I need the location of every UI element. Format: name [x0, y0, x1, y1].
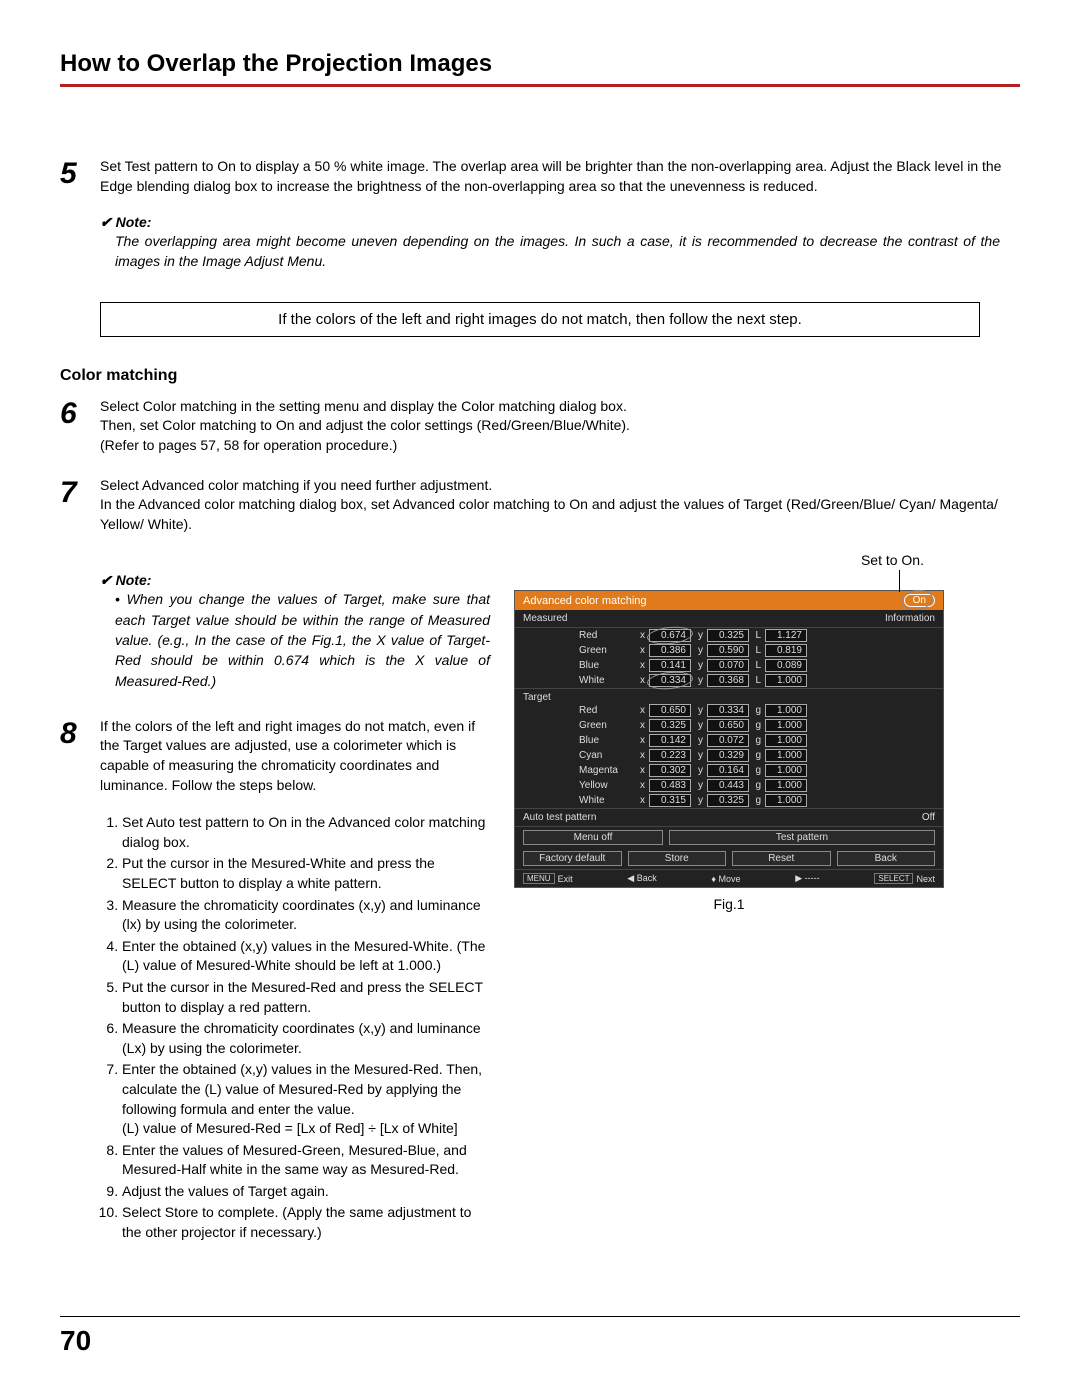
pointer-line-icon: [899, 570, 900, 592]
list-item: Adjust the values of Target again.: [122, 1182, 490, 1202]
step-number: 6: [60, 397, 100, 456]
osd-dialog: Advanced color matching On Measured Info…: [514, 590, 944, 888]
set-to-on-label: Set to On.: [514, 552, 944, 568]
page-title: How to Overlap the Projection Images: [60, 50, 1020, 84]
list-item: Enter the values of Mesured-Green, Mesur…: [122, 1141, 490, 1180]
osd-value-row: Redx0.674y0.325L1.127: [515, 628, 943, 643]
list-item: Put the cursor in the Mesured-White and …: [122, 854, 490, 893]
osd-title: Advanced color matching: [523, 595, 647, 607]
osd-section-header: Measured Information: [515, 610, 943, 628]
header-rule: [60, 84, 1020, 87]
list-item: Measure the chromaticity coordinates (x,…: [122, 896, 490, 935]
osd-store-button[interactable]: Store: [628, 851, 727, 866]
page-footer: 70: [60, 1316, 1020, 1357]
step-number: 7: [60, 476, 100, 535]
list-item: Select Store to complete. (Apply the sam…: [122, 1203, 490, 1242]
step-5: 5 Set Test pattern to On to display a 50…: [60, 157, 1020, 196]
subhead-color-matching: Color matching: [60, 367, 1020, 385]
list-item: Enter the obtained (x,y) values in the M…: [122, 937, 490, 976]
osd-title-bar: Advanced color matching On: [515, 591, 943, 610]
list-item: Measure the chromaticity coordinates (x,…: [122, 1019, 490, 1058]
list-item: Set Auto test pattern to On in the Advan…: [122, 813, 490, 852]
note-label: Note:: [100, 214, 1020, 231]
menu-key-icon: MENU: [523, 873, 555, 884]
step-8-list: Set Auto test pattern to On in the Advan…: [122, 813, 490, 1242]
osd-auto-test-row: Auto test pattern Off: [515, 808, 943, 827]
osd-back-button[interactable]: Back: [837, 851, 936, 866]
osd-menu-off-button[interactable]: Menu off: [523, 830, 663, 845]
step-body: Select Color matching in the setting men…: [100, 397, 1020, 456]
note-body: The overlapping area might become uneven…: [115, 231, 1000, 272]
note-body: • When you change the values of Target, …: [115, 589, 490, 690]
osd-value-row: Bluex0.142y0.072g1.000: [515, 733, 943, 748]
osd-value-row: Greenx0.325y0.650g1.000: [515, 718, 943, 733]
osd-button-row: Factory default Store Reset Back: [515, 848, 943, 869]
figure-caption: Fig.1: [514, 896, 944, 912]
step-number: 5: [60, 157, 100, 196]
osd-button-row: Menu off Test pattern: [515, 827, 943, 848]
circle-annotation-icon: [899, 588, 933, 612]
osd-value-row: Yellowx0.483y0.443g1.000: [515, 778, 943, 793]
step-6: 6 Select Color matching in the setting m…: [60, 397, 1020, 456]
select-key-icon: SELECT: [874, 873, 913, 884]
list-item: Put the cursor in the Mesured-Red and pr…: [122, 978, 490, 1017]
osd-value-row: Redx0.650y0.334g1.000: [515, 703, 943, 718]
osd-value-row: Cyanx0.223y0.329g1.000: [515, 748, 943, 763]
osd-footer: MENU Exit ◀ Back ♦ Move ▶ ----- SELECT N…: [515, 869, 943, 887]
step-body: Select Advanced color matching if you ne…: [100, 476, 1020, 535]
osd-value-row: Bluex0.141y0.070L0.089: [515, 658, 943, 673]
osd-section-header: Target: [515, 688, 943, 703]
note-label: Note:: [100, 572, 490, 589]
osd-factory-default-button[interactable]: Factory default: [523, 851, 622, 866]
osd-value-row: Whitex0.315y0.325g1.000: [515, 793, 943, 808]
osd-test-pattern-button[interactable]: Test pattern: [669, 830, 935, 845]
page-number: 70: [60, 1325, 1020, 1357]
step-8: 8 If the colors of the left and right im…: [60, 717, 490, 795]
step-body: Set Test pattern to On to display a 50 %…: [100, 157, 1020, 196]
list-item: Enter the obtained (x,y) values in the M…: [122, 1060, 490, 1138]
step-body: If the colors of the left and right imag…: [100, 717, 490, 795]
osd-on-badge: On: [904, 594, 935, 607]
osd-reset-button[interactable]: Reset: [732, 851, 831, 866]
step-number: 8: [60, 717, 100, 795]
osd-value-row: Whitex0.334y0.368L1.000: [515, 673, 943, 688]
step-7: 7 Select Advanced color matching if you …: [60, 476, 1020, 535]
osd-value-row: Magentax0.302y0.164g1.000: [515, 763, 943, 778]
osd-value-row: Greenx0.386y0.590L0.819: [515, 643, 943, 658]
callout-box: If the colors of the left and right imag…: [100, 302, 980, 337]
